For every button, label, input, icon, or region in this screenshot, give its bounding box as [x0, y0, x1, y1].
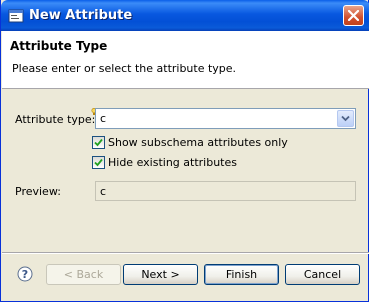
preview-field: c [95, 181, 356, 201]
new-attribute-dialog: New Attribute Attribute Type Please ente… [0, 0, 369, 302]
help-icon[interactable]: ? [17, 266, 33, 282]
wizard-header: Attribute Type Please enter or select th… [2, 31, 369, 89]
hide-existing-checkbox[interactable] [92, 156, 105, 169]
checkmark-icon [94, 158, 103, 167]
cancel-button[interactable]: Cancel [285, 264, 360, 285]
title-bar[interactable]: New Attribute [1, 0, 369, 31]
chevron-down-icon [341, 115, 350, 122]
app-window-icon [8, 8, 24, 24]
button-bar-separator [2, 252, 369, 254]
svg-text:?: ? [22, 268, 28, 281]
preview-value: c [100, 185, 107, 198]
show-subschema-label[interactable]: Show subschema attributes only [108, 136, 288, 149]
attribute-type-dropdown-button[interactable] [337, 110, 354, 127]
hide-existing-label[interactable]: Hide existing attributes [108, 156, 237, 169]
preview-label: Preview: [15, 185, 61, 198]
attribute-type-combo[interactable]: c [95, 108, 356, 129]
finish-button[interactable]: Finish [204, 264, 279, 285]
window-title: New Attribute [29, 8, 133, 23]
page-title: Attribute Type [10, 39, 108, 53]
close-button[interactable] [343, 5, 364, 26]
attribute-type-value[interactable]: c [100, 112, 106, 125]
next-button[interactable]: Next > [123, 264, 198, 285]
checkmark-icon [94, 138, 103, 147]
attribute-type-label: Attribute type: [15, 113, 96, 126]
show-subschema-checkbox[interactable] [92, 136, 105, 149]
back-button[interactable]: < Back [46, 264, 121, 285]
close-icon [348, 10, 359, 21]
page-description: Please enter or select the attribute typ… [12, 62, 237, 75]
